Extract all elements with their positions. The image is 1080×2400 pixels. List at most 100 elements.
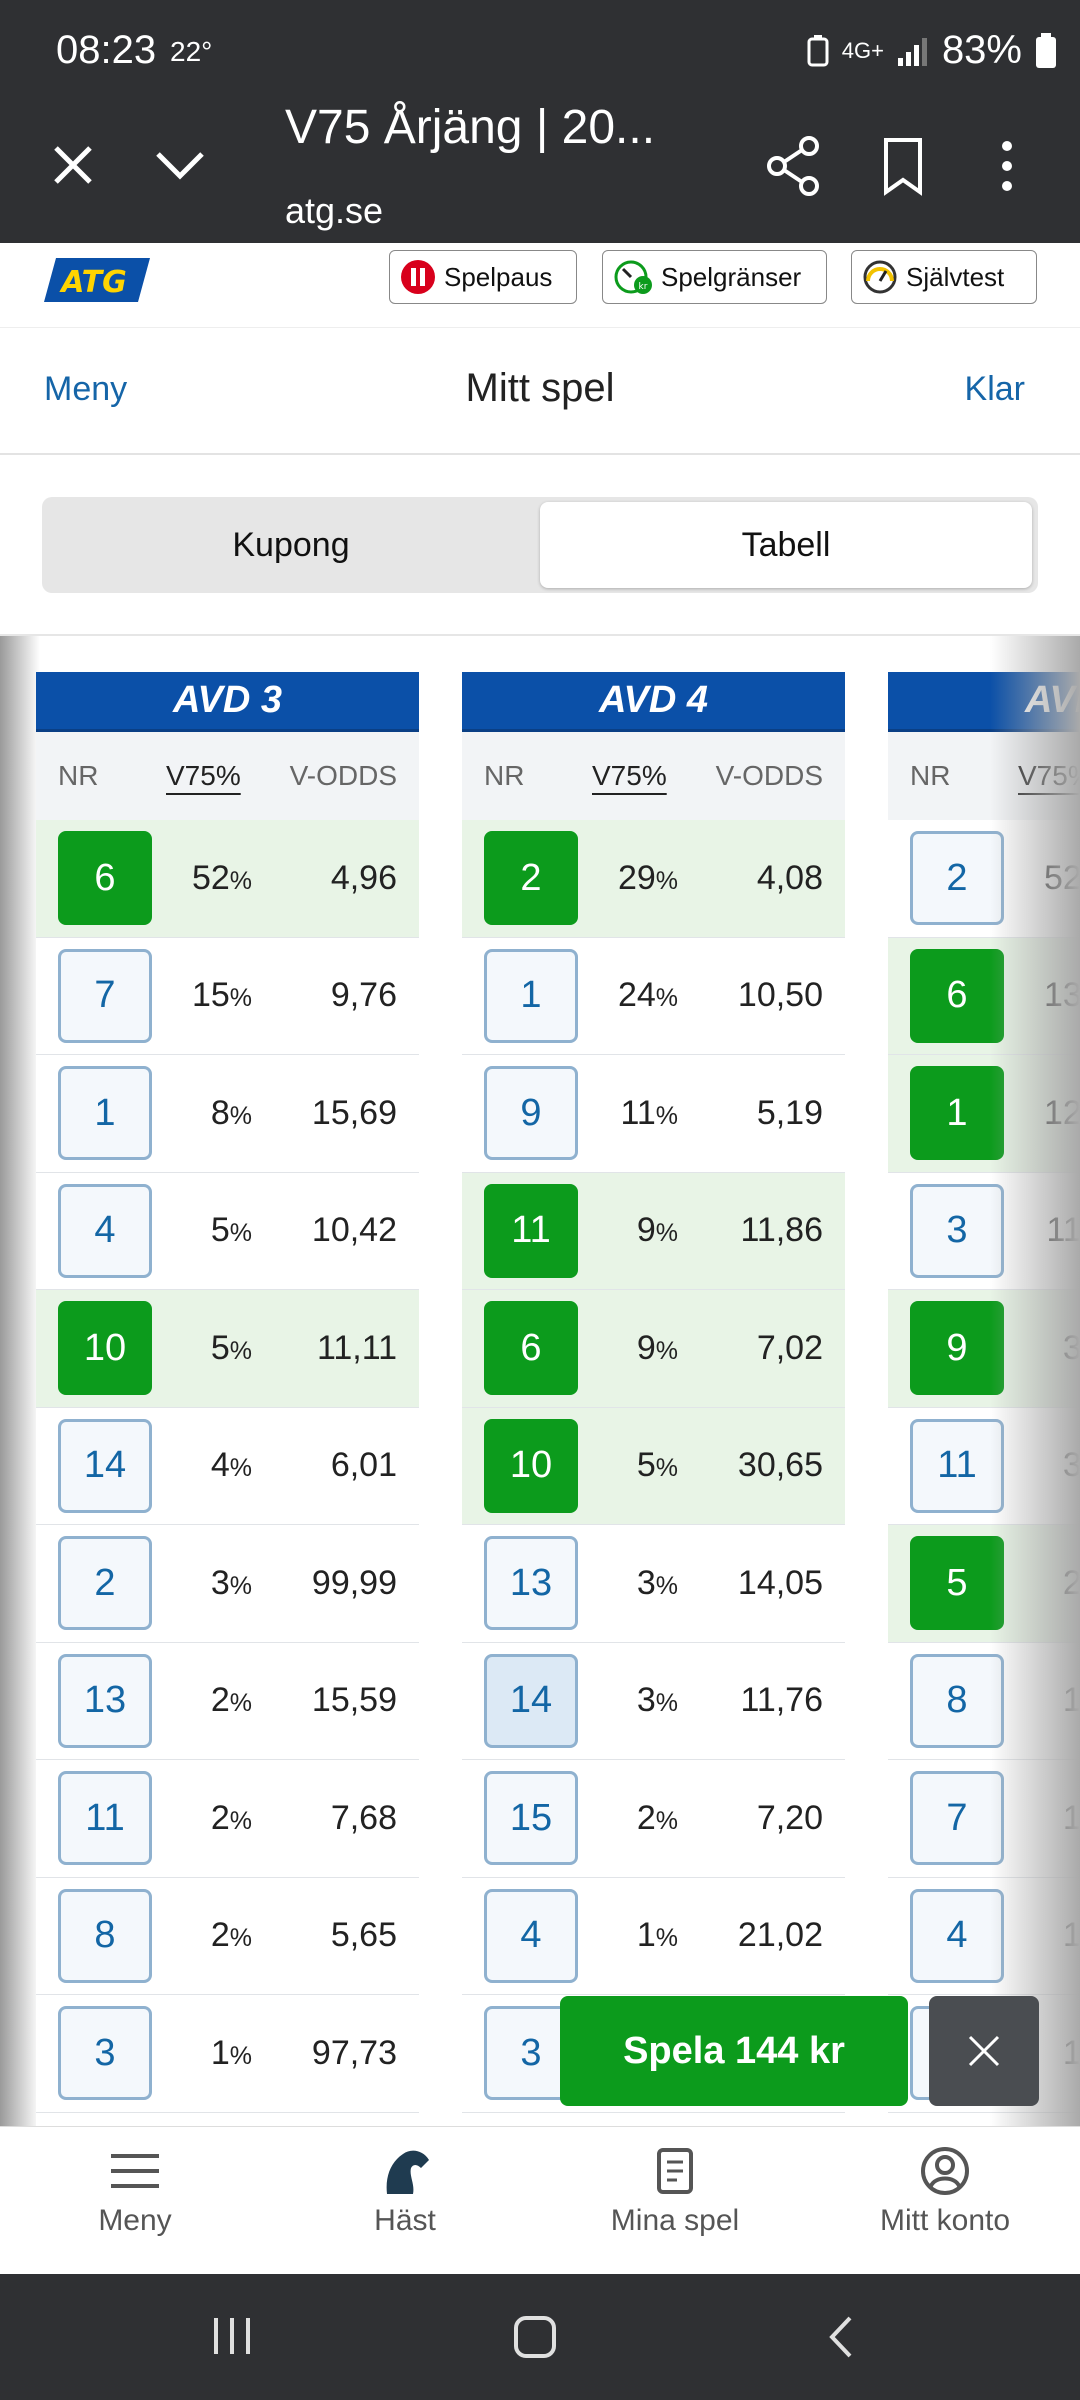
tab-kupong[interactable]: Kupong (42, 497, 540, 593)
bottom-nav-mina-spel[interactable]: Mina spel (540, 2146, 810, 2238)
nr-header: NR (484, 760, 525, 791)
horse-row[interactable]: 10 5% 30,65 (462, 1407, 845, 1525)
v75-percent-value: 29 (617, 858, 656, 897)
horse-row[interactable]: 13 3% 14,05 (462, 1525, 845, 1643)
bottom-nav-mitt-konto[interactable]: Mitt konto (810, 2146, 1080, 2238)
klar-link[interactable]: Klar (965, 370, 1025, 409)
horse-row[interactable]: 14 3% 11,76 (462, 1643, 845, 1760)
v-odds: 21,02 (737, 1916, 823, 1955)
v75-percent: 2% (152, 1916, 252, 1955)
horse-row[interactable]: 15 2% 7,20 (462, 1760, 845, 1878)
v75-sort-header[interactable]: V75% (166, 760, 266, 792)
percent-sign: % (655, 1101, 678, 1130)
horse-number-toggle[interactable]: 4 (484, 1888, 578, 1983)
horse-number-toggle[interactable]: 6 (58, 831, 152, 926)
horse-row[interactable]: 4 5% 10,42 (36, 1173, 419, 1290)
close-icon[interactable] (48, 140, 98, 190)
more-vert-icon[interactable] (985, 136, 1030, 196)
bottom-nav-meny[interactable]: Meny (0, 2146, 270, 2238)
horse-number-toggle[interactable]: 10 (58, 1301, 152, 1396)
horse-row[interactable]: 14 4% 6,01 (36, 1408, 419, 1525)
horse-number-toggle[interactable]: 1 (484, 948, 578, 1043)
horse-row[interactable]: 1 24% 10,50 (462, 938, 845, 1055)
horse-number-toggle[interactable]: 1 (58, 1066, 152, 1161)
v75-percent-value: 2 (210, 1798, 230, 1837)
sjalvtest-button[interactable]: Självtest (851, 250, 1037, 304)
battery-saver-icon (807, 34, 829, 66)
v75-percent-value: 15 (191, 976, 230, 1015)
v75-percent: 29% (578, 859, 678, 898)
v-odds: 15,59 (311, 1681, 397, 1720)
horse-row[interactable]: 11 9% 11,86 (462, 1172, 845, 1290)
horse-row[interactable]: 9 11% 5,19 (462, 1055, 845, 1173)
v75-percent-value: 2 (210, 1681, 230, 1720)
tab-tabell[interactable]: Tabell (540, 502, 1032, 588)
percent-sign: % (229, 866, 252, 895)
bottom-nav-label: Mitt konto (879, 2204, 1011, 2237)
v75-percent: 1% (152, 2034, 252, 2073)
horse-number-toggle[interactable]: 14 (484, 1653, 578, 1748)
horse-number-toggle[interactable]: 4 (58, 1183, 152, 1278)
atg-logo[interactable]: ATG (42, 256, 152, 304)
horse-number-toggle[interactable]: 7 (58, 948, 152, 1043)
bottom-nav-label: Häst (374, 2204, 436, 2237)
horse-row[interactable]: 8 2% 5,65 (36, 1878, 419, 1995)
horse-number-toggle[interactable]: 8 (58, 1888, 152, 1983)
horse-row[interactable]: 1 8% 15,69 (36, 1055, 419, 1173)
horse-number-toggle[interactable]: 6 (484, 1301, 578, 1396)
network-type: 4G+ (841, 37, 884, 63)
horse-number-toggle[interactable]: 14 (58, 1418, 152, 1513)
horse-row[interactable]: 13 2% 15,59 (36, 1643, 419, 1760)
horse-number-toggle[interactable]: 15 (484, 1771, 578, 1866)
horse-number-toggle[interactable]: 13 (58, 1653, 152, 1748)
bottom-nav-label: Mina spel (610, 2204, 740, 2237)
spela-close-button[interactable] (929, 1996, 1039, 2106)
chevron-down-icon[interactable] (150, 140, 210, 190)
horse-row[interactable]: 6 52% 4,96 (36, 820, 419, 938)
horse-number-toggle[interactable]: 11 (484, 1183, 578, 1278)
spelgranser-button[interactable]: kr Spelgränser (602, 250, 827, 304)
v75-percent: 15% (152, 976, 252, 1015)
meny-link[interactable]: Meny (44, 370, 127, 409)
horse-row[interactable]: 10 5% 11,11 (36, 1290, 419, 1408)
v75-percent-value: 5 (210, 1211, 230, 1250)
v75-percent: 24% (578, 976, 678, 1015)
percent-sign: % (655, 866, 678, 895)
home-icon[interactable] (514, 2316, 556, 2358)
spelpaus-button[interactable]: Spelpaus (389, 250, 577, 304)
horse-row[interactable]: 2 3% 99,99 (36, 1525, 419, 1643)
page-domain: atg.se (285, 190, 384, 231)
back-icon[interactable] (826, 2314, 856, 2360)
division-column: AVD 4 NR V75% V-ODDS 2 29% 4,08 1 24% 10,50 9 11% 5,… (462, 672, 845, 2126)
percent-sign: % (229, 1336, 252, 1365)
horse-row[interactable]: 4 1% 21,02 (462, 1878, 845, 1995)
horse-number-toggle[interactable]: 9 (484, 1066, 578, 1161)
percent-sign: % (655, 1689, 678, 1718)
horse-number-toggle[interactable]: 10 (484, 1418, 578, 1513)
horse-number-toggle[interactable]: 3 (58, 2006, 152, 2101)
share-icon[interactable] (765, 136, 825, 196)
horse-number-toggle[interactable]: 2 (484, 831, 578, 926)
bottom-nav-hast[interactable]: Häst (270, 2146, 540, 2238)
percent-sign: % (229, 1689, 252, 1718)
v75-percent: 3% (152, 1564, 252, 1603)
horse-row[interactable]: 2 29% 4,08 (462, 820, 845, 938)
division-tables[interactable]: AVD 3 NR V75% V-ODDS 6 52% 4,96 7 15% 9,76 1 8% 15,6… (0, 636, 1080, 2126)
horse-number-toggle[interactable]: 13 (484, 1536, 578, 1631)
spela-button[interactable]: Spela 144 kr (560, 1996, 908, 2106)
horse-row[interactable]: 7 15% 9,76 (36, 938, 419, 1055)
v75-sort-header[interactable]: V75% (592, 760, 692, 792)
horse-row[interactable]: 11 2% 7,68 (36, 1760, 419, 1878)
scroll-shadow-left (0, 636, 40, 2126)
divider (0, 453, 1080, 455)
horse-number-toggle[interactable]: 2 (58, 1536, 152, 1631)
horse-row[interactable]: 6 9% 7,02 (462, 1290, 845, 1408)
v75-percent: 5% (152, 1329, 252, 1368)
odds-header: V-ODDS (715, 760, 823, 791)
horse-number-toggle[interactable]: 11 (58, 1771, 152, 1866)
scroll-shadow-right (990, 636, 1080, 2126)
recents-icon[interactable] (210, 2316, 254, 2356)
horse-row[interactable]: 3 1% 97,73 (36, 1995, 419, 2113)
v-odds: 30,65 (737, 1446, 823, 1485)
bookmark-icon[interactable] (878, 136, 928, 196)
